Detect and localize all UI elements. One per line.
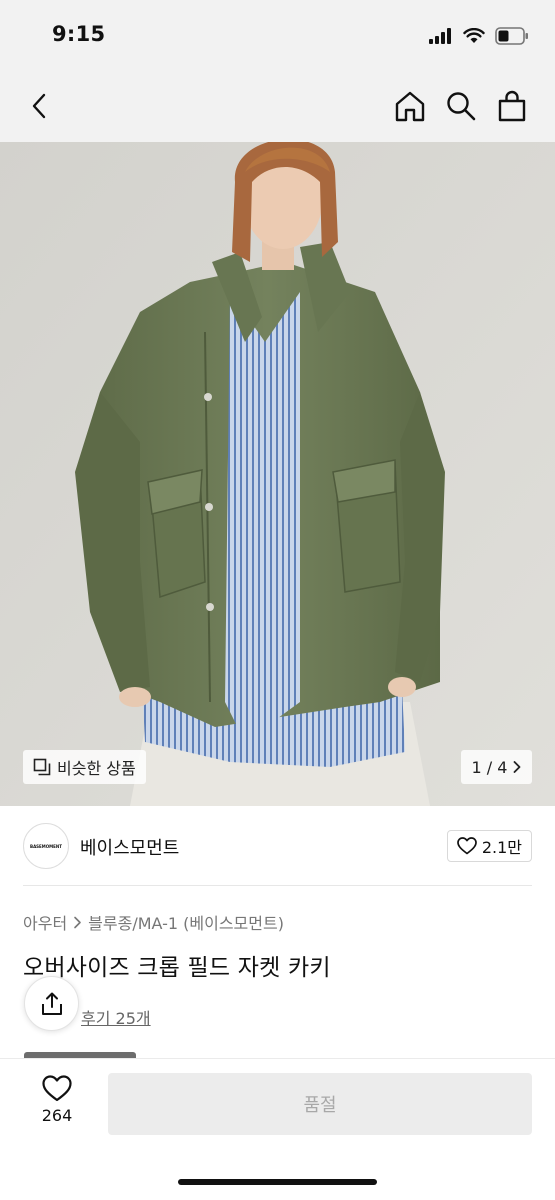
- back-button[interactable]: [18, 84, 62, 128]
- cellular-signal-icon: [429, 28, 451, 44]
- shopping-bag-icon: [498, 90, 526, 122]
- copy-icon: [33, 758, 51, 776]
- breadcrumb-subcategory[interactable]: 블루종/MA-1 (베이스모먼트): [88, 910, 284, 934]
- share-button[interactable]: [24, 976, 79, 1031]
- brand-like-count: 2.1만: [481, 838, 522, 857]
- wifi-icon: [463, 28, 485, 43]
- home-indicator: [178, 1179, 377, 1185]
- heart-icon: [456, 837, 477, 855]
- similar-products-button[interactable]: 비슷한 상품: [23, 750, 146, 784]
- bottom-action-bar: 264 품절: [0, 1058, 555, 1200]
- product-page: 9:15 비슷한 상품 1 / 4 BASEMOMENT 베이스모먼트 2.1만…: [0, 0, 555, 1200]
- product-image[interactable]: 비슷한 상품 1 / 4: [0, 142, 555, 806]
- breadcrumb: 아우터 블루종/MA-1 (베이스모먼트): [23, 910, 284, 934]
- breadcrumb-category[interactable]: 아우터: [23, 910, 67, 934]
- sold-out-button[interactable]: 품절: [108, 1073, 532, 1135]
- chevron-left-icon: [32, 93, 46, 119]
- status-icons: [429, 24, 529, 48]
- review-link[interactable]: 후기 25개: [81, 1005, 151, 1029]
- brand-logo-text: BASEMOMENT: [30, 843, 62, 849]
- similar-products-label: 비슷한 상품: [57, 759, 136, 778]
- brand-name[interactable]: 베이스모먼트: [80, 834, 179, 860]
- share-icon: [41, 992, 62, 1015]
- status-bar: 9:15: [0, 0, 555, 70]
- home-icon: [395, 91, 425, 122]
- product-title: 오버사이즈 크롭 필드 자켓 카키: [23, 955, 331, 981]
- search-icon: [447, 92, 476, 121]
- image-pager[interactable]: 1 / 4: [461, 750, 532, 784]
- product-photo: [0, 142, 555, 806]
- home-button[interactable]: [388, 84, 432, 128]
- cart-button[interactable]: [490, 84, 534, 128]
- brand-row: BASEMOMENT 베이스모먼트 2.1만: [0, 806, 555, 886]
- nav-bar: [0, 70, 555, 142]
- brand-like-button[interactable]: 2.1만: [446, 830, 532, 862]
- status-time: 9:15: [52, 22, 106, 46]
- brand-logo[interactable]: BASEMOMENT: [23, 823, 69, 869]
- image-pager-text: 1 / 4: [471, 757, 508, 777]
- search-button[interactable]: [439, 84, 483, 128]
- battery-icon: [495, 27, 528, 45]
- chevron-right-icon: [514, 761, 521, 773]
- chevron-right-icon: [74, 916, 81, 928]
- product-like-count: 264: [41, 1106, 73, 1125]
- product-like-button[interactable]: 264: [22, 1075, 92, 1137]
- divider: [23, 885, 532, 886]
- heart-icon: [42, 1075, 72, 1102]
